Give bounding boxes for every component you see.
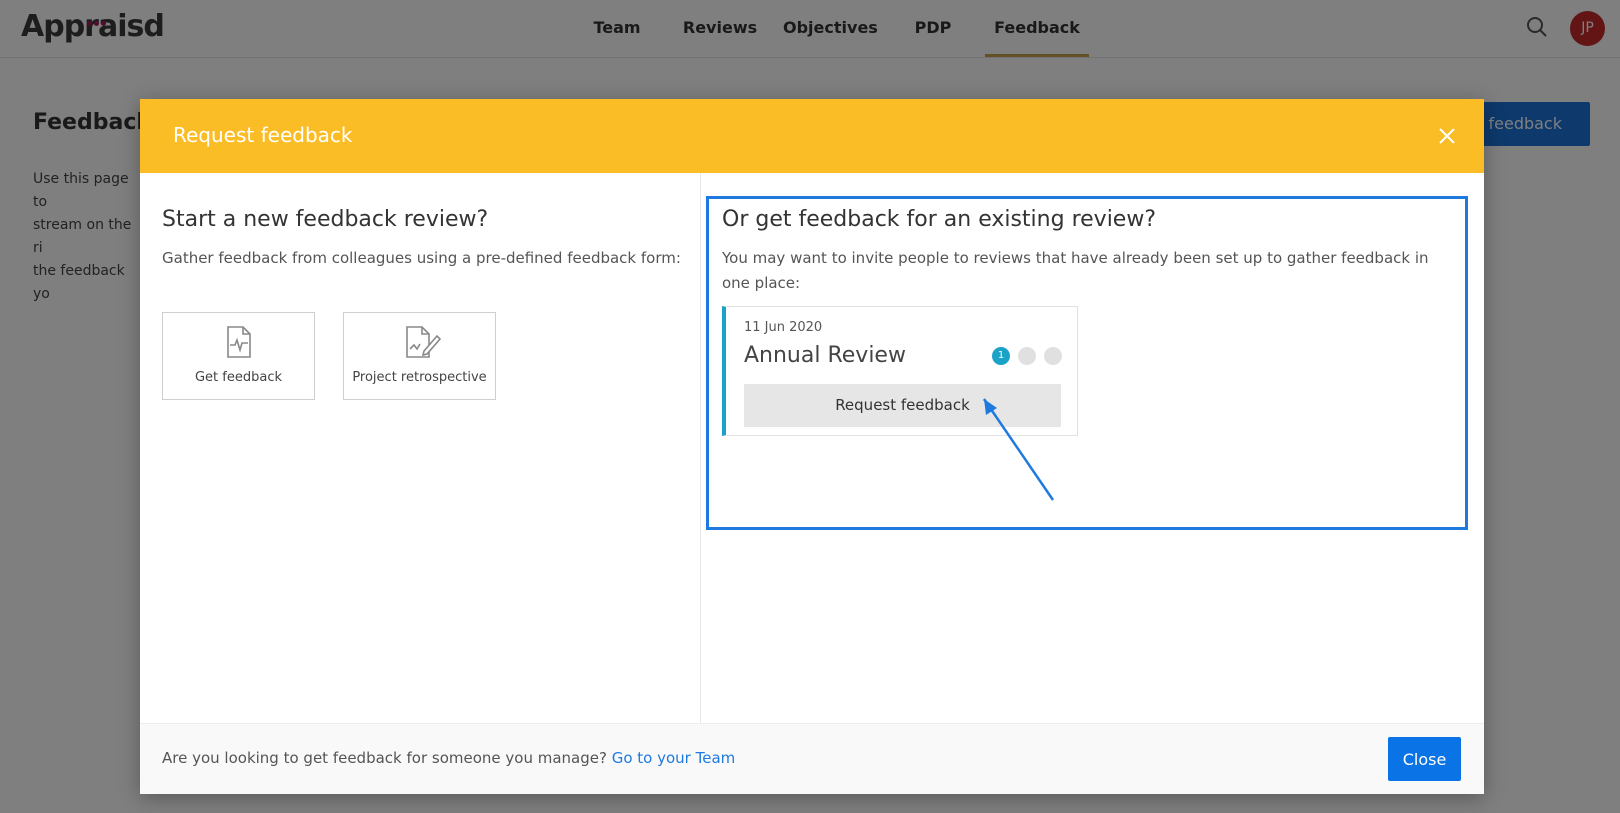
- step-indicator: [1018, 347, 1036, 365]
- document-pen-icon: [405, 326, 441, 358]
- existing-review-heading: Or get feedback for an existing review?: [722, 207, 1157, 232]
- project-retrospective-tile[interactable]: Project retrospective: [343, 312, 496, 400]
- review-date: 11 Jun 2020: [744, 320, 823, 335]
- footer-question: Are you looking to get feedback for some…: [162, 749, 612, 767]
- go-to-team-link[interactable]: Go to your Team: [612, 749, 736, 767]
- request-feedback-modal: Request feedback Start a new feedback re…: [140, 99, 1484, 794]
- new-review-heading: Start a new feedback review?: [162, 207, 489, 232]
- review-title: Annual Review: [744, 343, 906, 368]
- modal-title: Request feedback: [173, 123, 353, 147]
- request-feedback-button[interactable]: Request feedback: [744, 384, 1061, 427]
- review-card: 11 Jun 2020 Annual Review 1 Request feed…: [722, 306, 1078, 436]
- new-review-subtitle: Gather feedback from colleagues using a …: [162, 249, 681, 267]
- get-feedback-tile[interactable]: Get feedback: [162, 312, 315, 400]
- modal-header: Request feedback: [140, 99, 1484, 173]
- existing-review-subtitle: You may want to invite people to reviews…: [722, 249, 1429, 292]
- step-indicator: [1044, 347, 1062, 365]
- footer-text: Are you looking to get feedback for some…: [162, 749, 735, 767]
- document-pulse-icon: [226, 326, 251, 358]
- close-button[interactable]: Close: [1388, 737, 1461, 781]
- tile-label: Get feedback: [194, 370, 283, 385]
- close-icon[interactable]: [1437, 126, 1457, 146]
- modal-footer: Are you looking to get feedback for some…: [140, 723, 1484, 794]
- step-indicator-active: 1: [992, 347, 1010, 365]
- tile-label: Project retrospective: [352, 370, 487, 385]
